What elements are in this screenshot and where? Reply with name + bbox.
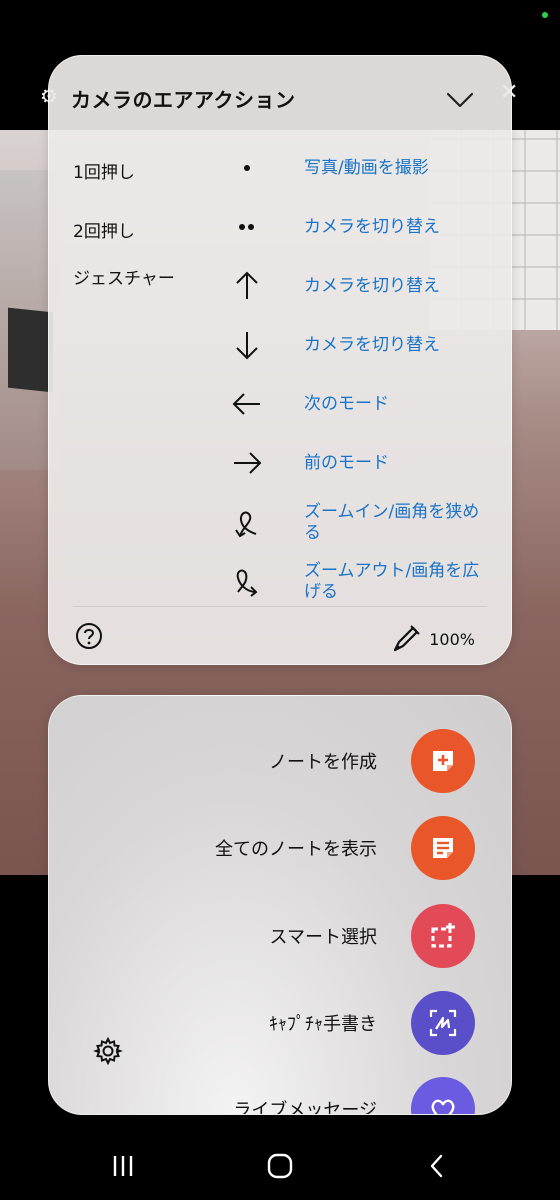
menu-item-create-note[interactable]: ノートを作成 [269,728,475,794]
tv-detail [8,307,53,393]
live-message-icon[interactable] [411,1077,475,1114]
camera-indicator-dot [542,12,548,18]
action-zoom-in[interactable]: ズームイン/画角を狭める [304,502,484,544]
loop-ccw-icon [231,508,263,540]
recent-apps-icon[interactable] [103,1150,143,1182]
navigation-bar [0,1130,560,1200]
menu-item-view-all-notes[interactable]: 全てのノートを表示 [215,815,475,881]
air-action-header: カメラのエアアクション [71,84,489,118]
arrow-left-icon [231,388,263,420]
menu-item-live-message[interactable]: ライブメッセージ [233,1076,475,1115]
air-command-panel: ノートを作成 全てのノートを表示 スマート選択 ｷｬﾌﾟﾁｬ手書き ライブメッセ… [48,695,512,1115]
back-icon[interactable] [417,1150,457,1182]
home-icon[interactable] [260,1150,300,1182]
menu-item-label: ノートを作成 [269,752,377,773]
gear-icon[interactable] [93,1036,123,1066]
menu-item-label: 全てのノートを表示 [215,839,377,860]
row-label-gesture: ジェスチャー [73,269,175,289]
menu-item-label: スマート選択 [269,927,377,948]
action-swipe-down[interactable]: カメラを切り替え [304,335,484,356]
row-label-single-press: 1回押し [73,163,135,183]
screen-write-icon[interactable] [411,991,475,1055]
arrow-up-icon [231,270,263,302]
double-dot-icon [231,211,263,243]
menu-item-screen-write[interactable]: ｷｬﾌﾟﾁｬ手書き [269,990,475,1056]
action-single-press[interactable]: 写真/動画を撮影 [304,158,484,179]
menu-item-label: ｷｬﾌﾟﾁｬ手書き [269,1014,377,1035]
divider [73,606,487,607]
arrow-right-icon [231,447,263,479]
pen-battery-level: 100% [429,629,475,649]
air-action-title: カメラのエアアクション [71,88,296,112]
menu-item-smart-select[interactable]: スマート選択 [270,903,475,969]
arrow-down-icon [231,329,263,361]
chevron-down-icon[interactable] [445,88,475,112]
single-dot-icon [231,152,263,184]
action-swipe-right[interactable]: 前のモード [304,453,484,474]
action-swipe-up[interactable]: カメラを切り替え [304,276,484,297]
smart-select-icon[interactable] [411,904,475,968]
create-note-icon[interactable] [411,729,475,793]
action-zoom-out[interactable]: ズームアウト/画角を広げる [304,561,484,603]
s-pen-icon [394,625,420,652]
row-label-double-press: 2回押し [73,222,135,242]
action-swipe-left[interactable]: 次のモード [304,394,484,415]
view-notes-icon[interactable] [411,816,475,880]
menu-item-label: ライブメッセージ [233,1100,377,1115]
help-icon[interactable] [75,622,103,650]
loop-cw-icon [231,566,263,598]
air-action-panel: カメラのエアアクション 1回押し 写真/動画を撮影 2回押し カメラを切り替え … [48,55,512,665]
action-double-press[interactable]: カメラを切り替え [304,217,484,238]
pen-battery-status: 100% [391,624,475,654]
